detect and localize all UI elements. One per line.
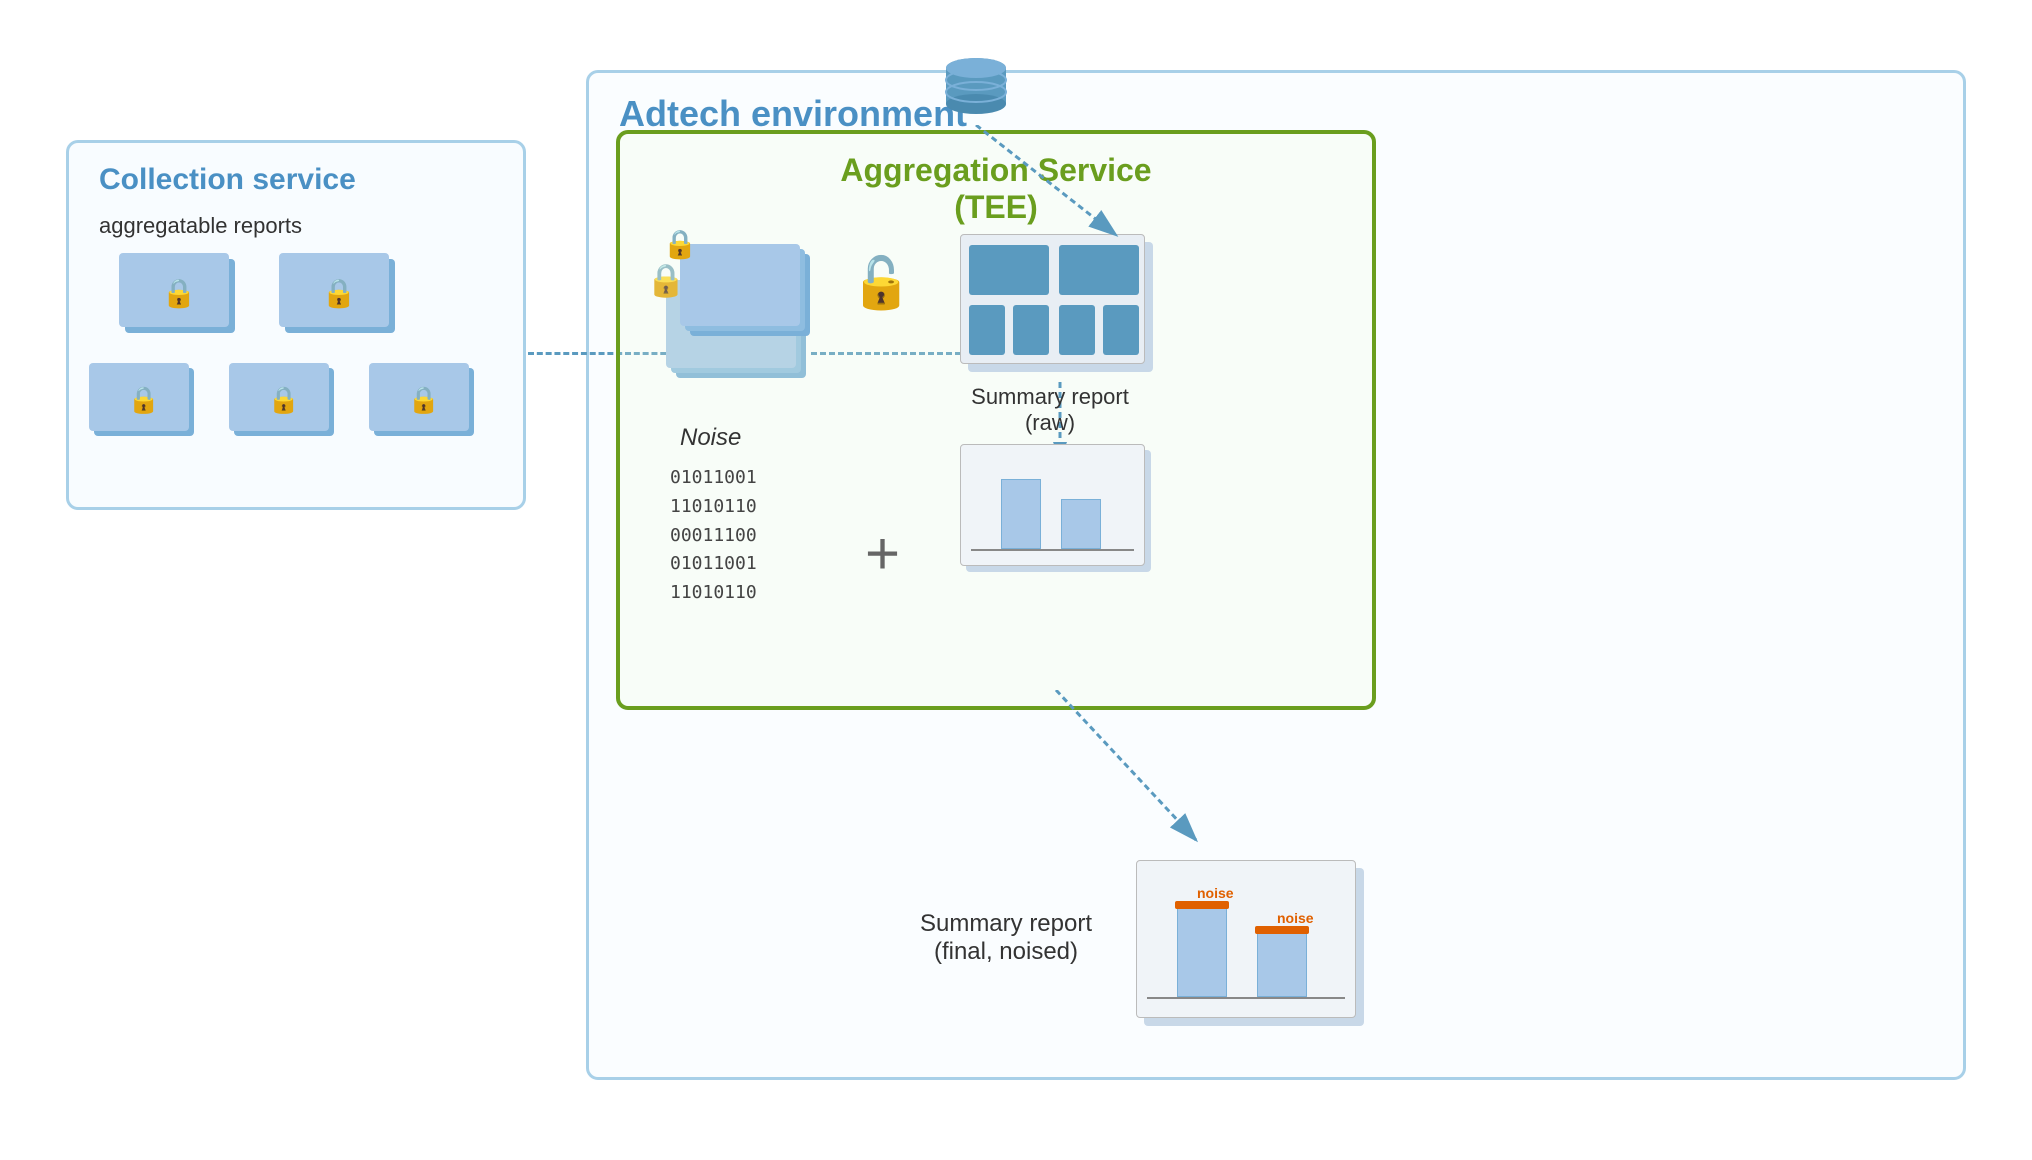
noise-label-bar1: noise [1197, 885, 1234, 901]
unlock-icon: 🔓 [850, 254, 912, 313]
final-report-page: noise noise [1136, 860, 1376, 1030]
doc-locked-4: 🔒 [229, 363, 339, 437]
arrow-db-to-agg [936, 125, 1236, 305]
database-icon [936, 50, 1016, 135]
noise-label: Noise [680, 424, 741, 452]
adtech-env-label: Adtech environment [619, 93, 967, 135]
noise-label-bar2: noise [1277, 910, 1314, 926]
collection-service-box: Collection service aggregatable reports … [66, 140, 526, 510]
noise-binary: 0101100111010110000111000101100111010110 [670, 464, 757, 608]
collection-service-sublabel: aggregatable reports [99, 213, 302, 239]
doc-locked-3: 🔒 [89, 363, 199, 437]
plus-sign: + [865, 524, 900, 584]
doc-locked-1: 🔒 [119, 253, 239, 333]
final-report-label: Summary report (final, noised) [896, 910, 1116, 966]
doc-locked-5: 🔒 [369, 363, 479, 437]
doc-locked-2: 🔒 [279, 253, 399, 333]
diagram-container: Adtech environment Collection service ag… [36, 40, 1996, 1120]
summary-raw-label: Summary report (raw) [950, 384, 1150, 436]
summary-raw-chart [960, 444, 1160, 574]
collection-service-label: Collection service [99, 163, 356, 197]
